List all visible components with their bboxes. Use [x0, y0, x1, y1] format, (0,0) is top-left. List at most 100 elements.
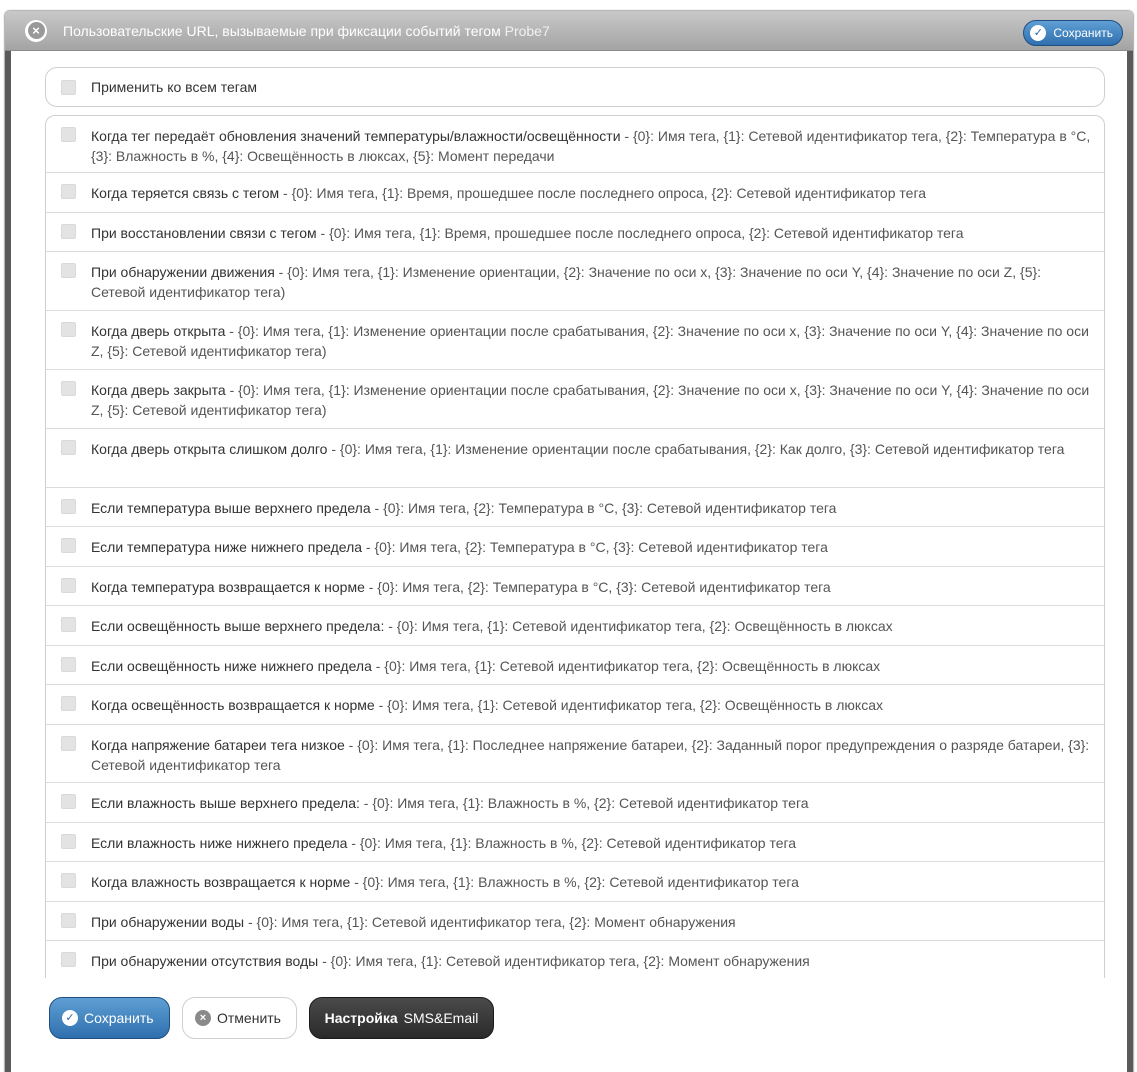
event-label: Когда теряется связь с тегом [91, 185, 280, 201]
event-params: - {0}: Имя тега, {1}: Время, прошедшее п… [279, 185, 927, 201]
event-row[interactable]: При обнаружении движения - {0}: Имя тега… [46, 252, 1104, 311]
event-row[interactable]: Когда дверь открыта слишком долго - {0}:… [46, 429, 1104, 488]
event-checkbox[interactable] [61, 263, 76, 278]
event-row[interactable]: Если освещённость выше верхнего предела:… [46, 606, 1104, 646]
event-params: - {0}: Имя тега, {1}: Изменение ориентац… [327, 441, 1065, 457]
check-circle-icon: ✓ [62, 1010, 78, 1026]
event-checkbox[interactable] [61, 952, 76, 967]
event-label: Если влажность выше верхнего предела: [91, 795, 360, 811]
event-checkbox[interactable] [61, 657, 76, 672]
cancel-button[interactable]: × Отменить [182, 997, 297, 1039]
event-text: Если влажность ниже нижнего предела - {0… [91, 833, 1092, 853]
event-params: - {0}: Имя тега, {2}: Температура в °C, … [370, 500, 837, 516]
apply-all-checkbox[interactable] [61, 79, 76, 95]
sms-button-label-rest: SMS&Email [403, 1010, 479, 1026]
event-text: При восстановлении связи с тегом - {0}: … [91, 223, 1092, 243]
event-text: Когда влажность возвращается к норме - {… [91, 872, 1092, 892]
event-label: Когда освещённость возвращается к норме [91, 697, 375, 713]
event-checkbox[interactable] [61, 696, 76, 711]
close-icon[interactable]: × [25, 19, 47, 42]
event-label: Когда дверь закрыта [91, 382, 226, 398]
event-row[interactable]: Когда освещённость возвращается к норме … [46, 685, 1104, 725]
event-row[interactable]: Когда дверь закрыта - {0}: Имя тега, {1}… [46, 370, 1104, 429]
event-label: При обнаружении отсутствия воды [91, 953, 319, 969]
event-checkbox[interactable] [61, 224, 76, 239]
event-row[interactable]: Если влажность ниже нижнего предела - {0… [46, 823, 1104, 862]
event-row[interactable]: Когда температура возвращается к норме -… [46, 567, 1104, 606]
event-row[interactable]: При обнаружении воды - {0}: Имя тега, {1… [46, 902, 1104, 941]
event-text: Если температура ниже нижнего предела - … [91, 537, 1092, 557]
event-row[interactable]: Когда дверь открыта - {0}: Имя тега, {1}… [46, 311, 1104, 370]
footer-buttons: ✓ Сохранить × Отменить Настройка SMS&Ema… [49, 997, 494, 1039]
event-checkbox[interactable] [61, 873, 76, 888]
title-save-button[interactable]: ✓ Сохранить [1023, 20, 1123, 46]
dialog-titlebar: × Пользовательские URL, вызываемые при ф… [5, 11, 1133, 51]
event-row[interactable]: Если влажность выше верхнего предела: - … [46, 783, 1104, 823]
event-text: Когда температура возвращается к норме -… [91, 577, 1092, 597]
event-params: - {0}: Имя тега, {1}: Влажность в %, {2}… [359, 795, 809, 811]
event-list: Когда тег передаёт обновления значений т… [45, 115, 1105, 978]
event-checkbox[interactable] [61, 322, 76, 337]
event-params: - {0}: Имя тега, {1}: Влажность в %, {2}… [347, 835, 797, 851]
event-checkbox[interactable] [61, 440, 76, 455]
event-row[interactable]: Если температура ниже нижнего предела - … [46, 527, 1104, 567]
event-checkbox[interactable] [61, 834, 76, 849]
event-text: Когда освещённость возвращается к норме … [91, 695, 1092, 715]
custom-url-dialog: × Пользовательские URL, вызываемые при ф… [4, 10, 1134, 1072]
event-row[interactable]: При обнаружении отсутствия воды - {0}: И… [46, 941, 1104, 978]
event-row[interactable]: Когда теряется связь с тегом - {0}: Имя … [46, 173, 1104, 213]
sms-email-settings-button[interactable]: Настройка SMS&Email [309, 997, 494, 1039]
event-label: Когда напряжение батареи тега низкое [91, 737, 345, 753]
event-row[interactable]: Когда напряжение батареи тега низкое - {… [46, 725, 1104, 783]
apply-all-row[interactable]: Применить ко всем тегам [45, 67, 1105, 107]
event-label: Если освещённость выше верхнего предела: [91, 618, 385, 634]
event-label: Когда дверь открыта [91, 323, 226, 339]
event-text: Если влажность выше верхнего предела: - … [91, 793, 1092, 813]
sms-button-label-bold: Настройка [324, 1010, 398, 1026]
event-params: - {0}: Имя тега, {1}: Изменение ориентац… [91, 382, 1090, 418]
save-button-label: Сохранить [84, 1010, 154, 1026]
event-label: Если температура ниже нижнего предела [91, 539, 363, 555]
event-row[interactable]: Когда влажность возвращается к норме - {… [46, 862, 1104, 902]
event-label: Когда влажность возвращается к норме [91, 874, 351, 890]
event-checkbox[interactable] [61, 127, 76, 142]
cancel-button-label: Отменить [217, 1010, 281, 1026]
event-label: Если влажность ниже нижнего предела [91, 835, 348, 851]
event-params: - {0}: Имя тега, {1}: Сетевой идентифика… [244, 914, 736, 930]
event-row[interactable]: Если освещённость ниже нижнего предела -… [46, 646, 1104, 685]
event-label: Когда тег передаёт обновления значений т… [91, 128, 621, 144]
event-params: - {0}: Имя тега, {1}: Сетевой идентифика… [374, 697, 883, 713]
event-checkbox[interactable] [61, 913, 76, 928]
event-text: При обнаружении движения - {0}: Имя тега… [91, 262, 1092, 302]
event-checkbox[interactable] [61, 794, 76, 809]
event-text: Если освещённость выше верхнего предела:… [91, 616, 1092, 636]
event-checkbox[interactable] [61, 736, 76, 751]
event-label: Если освещённость ниже нижнего предела [91, 658, 372, 674]
dialog-title-tag: Probe7 [504, 22, 550, 39]
event-label: При восстановлении связи с тегом [91, 225, 317, 241]
event-params: - {0}: Имя тега, {2}: Температура в °C, … [364, 579, 831, 595]
event-params: - {0}: Имя тега, {1}: Влажность в %, {2}… [350, 874, 799, 890]
event-label: Если температура выше верхнего предела [91, 500, 371, 516]
event-text: Когда дверь закрыта - {0}: Имя тега, {1}… [91, 380, 1092, 420]
event-checkbox[interactable] [61, 617, 76, 632]
title-save-label: Сохранить [1053, 26, 1113, 40]
event-text: Когда дверь открыта - {0}: Имя тега, {1}… [91, 321, 1092, 361]
save-button[interactable]: ✓ Сохранить [49, 997, 170, 1039]
event-checkbox[interactable] [61, 381, 76, 396]
event-row[interactable]: При восстановлении связи с тегом - {0}: … [46, 213, 1104, 252]
event-text: Когда теряется связь с тегом - {0}: Имя … [91, 183, 1092, 203]
event-checkbox[interactable] [61, 538, 76, 553]
event-label: При обнаружении воды [91, 914, 245, 930]
event-params: - {0}: Имя тега, {1}: Изменение ориентац… [91, 323, 1089, 359]
event-params: - {0}: Имя тега, {1}: Сетевой идентифика… [318, 953, 810, 969]
event-checkbox[interactable] [61, 499, 76, 514]
event-checkbox[interactable] [61, 578, 76, 593]
event-text: Когда тег передаёт обновления значений т… [91, 126, 1092, 166]
event-row[interactable]: Если температура выше верхнего предела -… [46, 488, 1104, 527]
event-row[interactable]: Когда тег передаёт обновления значений т… [46, 116, 1104, 173]
check-circle-icon: ✓ [1030, 25, 1047, 41]
event-text: Если освещённость ниже нижнего предела -… [91, 656, 1092, 676]
event-checkbox[interactable] [61, 184, 76, 199]
event-text: Когда напряжение батареи тега низкое - {… [91, 735, 1092, 775]
